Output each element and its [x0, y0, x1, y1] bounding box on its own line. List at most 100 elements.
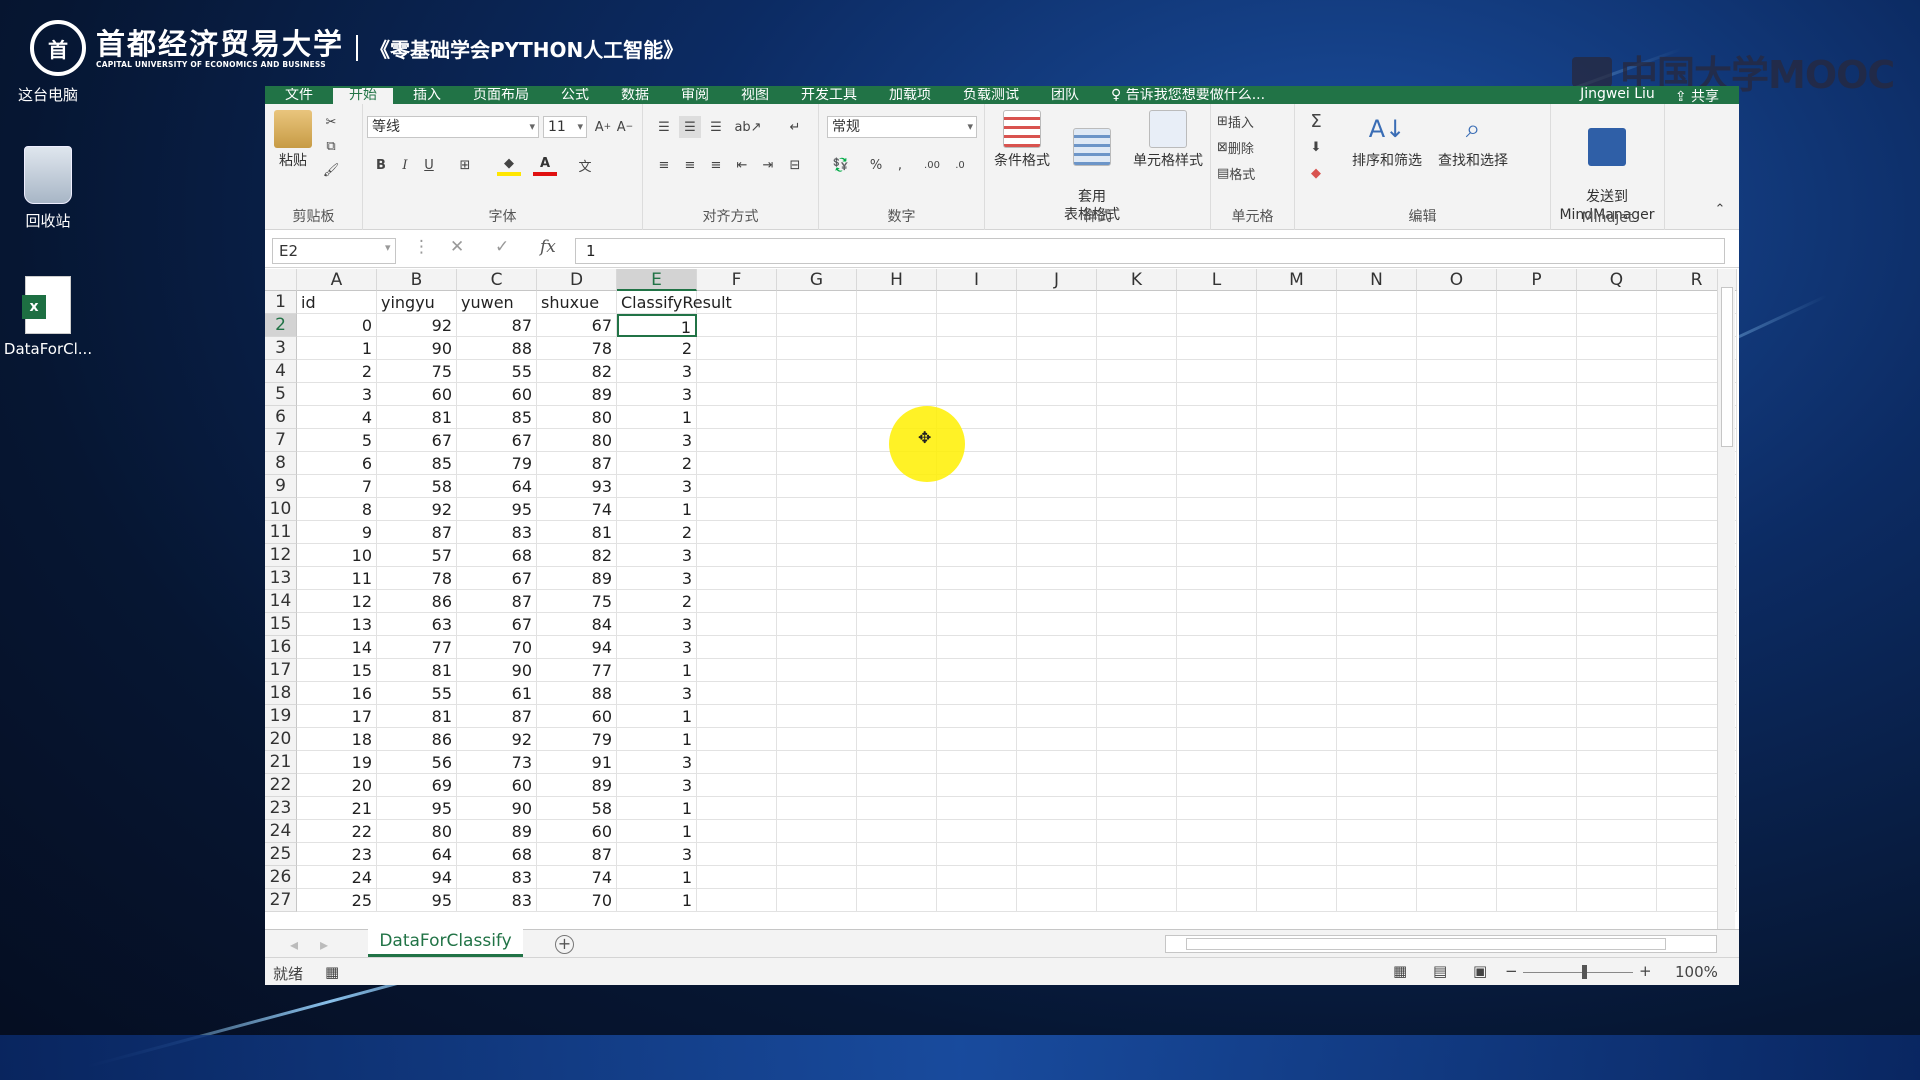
- cell[interactable]: 13: [297, 613, 377, 636]
- tab-file[interactable]: 文件: [265, 88, 329, 104]
- cell[interactable]: 1: [617, 889, 697, 912]
- header-cell[interactable]: ClassifyResult: [617, 291, 732, 314]
- cell[interactable]: 82: [537, 544, 617, 567]
- cell[interactable]: [1097, 797, 1177, 820]
- cell[interactable]: 61: [457, 682, 537, 705]
- cell[interactable]: 85: [377, 452, 457, 475]
- fill-color-icon[interactable]: ◆: [497, 154, 521, 176]
- cell[interactable]: [1017, 429, 1097, 452]
- cell[interactable]: [1417, 429, 1497, 452]
- enter-icon[interactable]: ✓: [495, 237, 509, 257]
- cell[interactable]: 4: [297, 406, 377, 429]
- cell[interactable]: [1017, 866, 1097, 889]
- cell[interactable]: [1017, 705, 1097, 728]
- vertical-scroll-thumb[interactable]: [1721, 287, 1733, 447]
- cell[interactable]: 68: [457, 544, 537, 567]
- cell[interactable]: [1497, 360, 1577, 383]
- cell[interactable]: [1577, 360, 1657, 383]
- cell[interactable]: [1417, 843, 1497, 866]
- cell[interactable]: 69: [377, 774, 457, 797]
- cell[interactable]: [1337, 636, 1417, 659]
- cell[interactable]: [1337, 406, 1417, 429]
- cell[interactable]: [1097, 636, 1177, 659]
- cell[interactable]: [1097, 498, 1177, 521]
- cell[interactable]: [857, 751, 937, 774]
- cell[interactable]: [1177, 590, 1257, 613]
- sheet-tab-dataforclassify[interactable]: DataForClassify: [368, 929, 523, 957]
- cell[interactable]: [1337, 360, 1417, 383]
- cell[interactable]: [777, 383, 857, 406]
- cell[interactable]: [1257, 291, 1337, 314]
- cell[interactable]: [1497, 406, 1577, 429]
- cell[interactable]: [1257, 337, 1337, 360]
- cell[interactable]: [1497, 429, 1577, 452]
- cell[interactable]: [1417, 613, 1497, 636]
- cell[interactable]: 1: [617, 866, 697, 889]
- cell[interactable]: [857, 797, 937, 820]
- cell[interactable]: [1017, 751, 1097, 774]
- font-color-icon[interactable]: A: [533, 154, 557, 176]
- cell[interactable]: 2: [617, 590, 697, 613]
- cell[interactable]: [1417, 567, 1497, 590]
- cell[interactable]: 88: [537, 682, 617, 705]
- row-header[interactable]: 27: [265, 889, 297, 912]
- cell[interactable]: 83: [457, 866, 537, 889]
- cell[interactable]: 87: [457, 705, 537, 728]
- conditional-format-button[interactable]: 条件格式: [987, 110, 1057, 170]
- sort-filter-button[interactable]: A↓ 排序和筛选: [1345, 110, 1429, 170]
- cell[interactable]: [1097, 682, 1177, 705]
- cell[interactable]: 10: [297, 544, 377, 567]
- cell[interactable]: 75: [537, 590, 617, 613]
- cell[interactable]: [1017, 475, 1097, 498]
- orientation-icon[interactable]: ab↗: [734, 116, 761, 138]
- cell[interactable]: [1177, 728, 1257, 751]
- cell[interactable]: [1017, 590, 1097, 613]
- cell[interactable]: 78: [537, 337, 617, 360]
- cell[interactable]: [937, 337, 1017, 360]
- cell[interactable]: [1417, 682, 1497, 705]
- cell[interactable]: [937, 751, 1017, 774]
- cell[interactable]: [1417, 659, 1497, 682]
- cell[interactable]: [1497, 820, 1577, 843]
- cell[interactable]: [1257, 314, 1337, 337]
- column-header-f[interactable]: F: [697, 269, 777, 291]
- cell[interactable]: 75: [377, 360, 457, 383]
- cell[interactable]: [1577, 475, 1657, 498]
- cell[interactable]: [937, 567, 1017, 590]
- zoom-in-icon[interactable]: +: [1639, 962, 1652, 980]
- cell[interactable]: [937, 659, 1017, 682]
- column-header-l[interactable]: L: [1177, 269, 1257, 291]
- merge-center-icon[interactable]: ⊟: [783, 154, 807, 176]
- tab-data[interactable]: 数据: [605, 88, 665, 104]
- cell-styles-button[interactable]: 单元格样式: [1127, 110, 1209, 170]
- cell[interactable]: 87: [537, 452, 617, 475]
- cell[interactable]: 86: [377, 728, 457, 751]
- cell[interactable]: [777, 751, 857, 774]
- page-break-view-icon[interactable]: ▣: [1473, 962, 1487, 980]
- cell[interactable]: 17: [297, 705, 377, 728]
- cell[interactable]: [1417, 774, 1497, 797]
- cell[interactable]: [777, 843, 857, 866]
- cell[interactable]: [1177, 314, 1257, 337]
- cell[interactable]: [697, 291, 777, 314]
- cell[interactable]: [1497, 613, 1577, 636]
- cell[interactable]: [857, 866, 937, 889]
- cell[interactable]: [777, 659, 857, 682]
- cell[interactable]: [937, 291, 1017, 314]
- user-name[interactable]: Jingwei Liu: [1580, 86, 1655, 106]
- cell[interactable]: 5: [297, 429, 377, 452]
- column-header-a[interactable]: A: [297, 269, 377, 291]
- cell[interactable]: 67: [537, 314, 617, 337]
- cell[interactable]: [1097, 452, 1177, 475]
- cell[interactable]: 3: [617, 360, 697, 383]
- cell[interactable]: [1017, 567, 1097, 590]
- cell[interactable]: [1577, 728, 1657, 751]
- tab-page-layout[interactable]: 页面布局: [457, 88, 545, 104]
- cell[interactable]: 81: [377, 659, 457, 682]
- cell[interactable]: 94: [377, 866, 457, 889]
- header-cell[interactable]: id: [297, 291, 377, 314]
- cell[interactable]: [1497, 843, 1577, 866]
- active-cell[interactable]: 1: [617, 314, 697, 337]
- cell[interactable]: [1257, 659, 1337, 682]
- cell[interactable]: [777, 590, 857, 613]
